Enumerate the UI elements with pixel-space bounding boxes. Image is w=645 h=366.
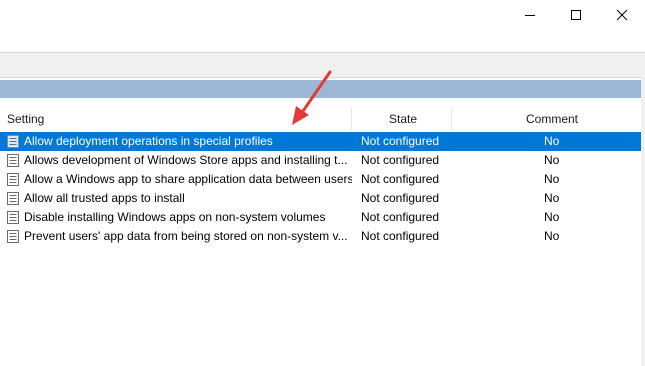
toolbar-area	[0, 30, 645, 53]
pane-background	[0, 53, 645, 78]
setting-state: Not configured	[361, 191, 440, 205]
close-icon	[616, 9, 628, 21]
table-row[interactable]: Prevent users' app data from being store…	[0, 227, 645, 246]
list-header: Setting State Comment	[0, 108, 645, 130]
column-header-comment[interactable]: Comment	[526, 108, 578, 130]
setting-comment: No	[544, 153, 560, 167]
column-divider[interactable]	[351, 108, 352, 130]
policy-setting-icon	[7, 135, 19, 148]
setting-name: Disable installing Windows apps on non-s…	[24, 210, 326, 224]
setting-name: Allow deployment operations in special p…	[24, 134, 273, 148]
setting-name: Allows development of Windows Store apps…	[24, 153, 348, 167]
policy-setting-icon	[7, 211, 19, 224]
minimize-icon	[525, 15, 535, 16]
table-row[interactable]: Disable installing Windows apps on non-s…	[0, 208, 645, 227]
table-row[interactable]: Allow deployment operations in special p…	[0, 132, 645, 151]
maximize-button[interactable]	[553, 0, 599, 30]
setting-state: Not configured	[361, 229, 440, 243]
setting-comment: No	[544, 134, 560, 148]
policy-setting-icon	[7, 154, 19, 167]
policy-setting-icon	[7, 173, 19, 186]
minimize-button[interactable]	[507, 0, 553, 30]
column-header-setting[interactable]: Setting	[7, 108, 44, 130]
setting-comment: No	[544, 191, 560, 205]
policy-setting-icon	[7, 230, 19, 243]
vertical-scrollbar[interactable]	[641, 53, 645, 366]
setting-name: Prevent users' app data from being store…	[24, 229, 348, 243]
column-divider[interactable]	[451, 108, 452, 130]
policy-setting-icon	[7, 192, 19, 205]
table-row[interactable]: Allow a Windows app to share application…	[0, 170, 645, 189]
maximize-icon	[571, 10, 581, 20]
setting-comment: No	[544, 210, 560, 224]
close-button[interactable]	[599, 0, 645, 30]
table-row[interactable]: Allows development of Windows Store apps…	[0, 151, 645, 170]
setting-name: Allow a Windows app to share application…	[24, 172, 352, 186]
setting-name: Allow all trusted apps to install	[24, 191, 185, 205]
column-header-state[interactable]: State	[389, 108, 417, 130]
settings-list: Allow deployment operations in special p…	[0, 132, 645, 246]
setting-comment: No	[544, 229, 560, 243]
setting-state: Not configured	[361, 153, 440, 167]
title-bar	[0, 0, 645, 30]
table-row[interactable]: Allow all trusted apps to install Not co…	[0, 189, 645, 208]
setting-comment: No	[544, 172, 560, 186]
setting-state: Not configured	[361, 172, 440, 186]
setting-state: Not configured	[361, 134, 440, 148]
pane-header-band	[0, 80, 645, 98]
setting-state: Not configured	[361, 210, 440, 224]
